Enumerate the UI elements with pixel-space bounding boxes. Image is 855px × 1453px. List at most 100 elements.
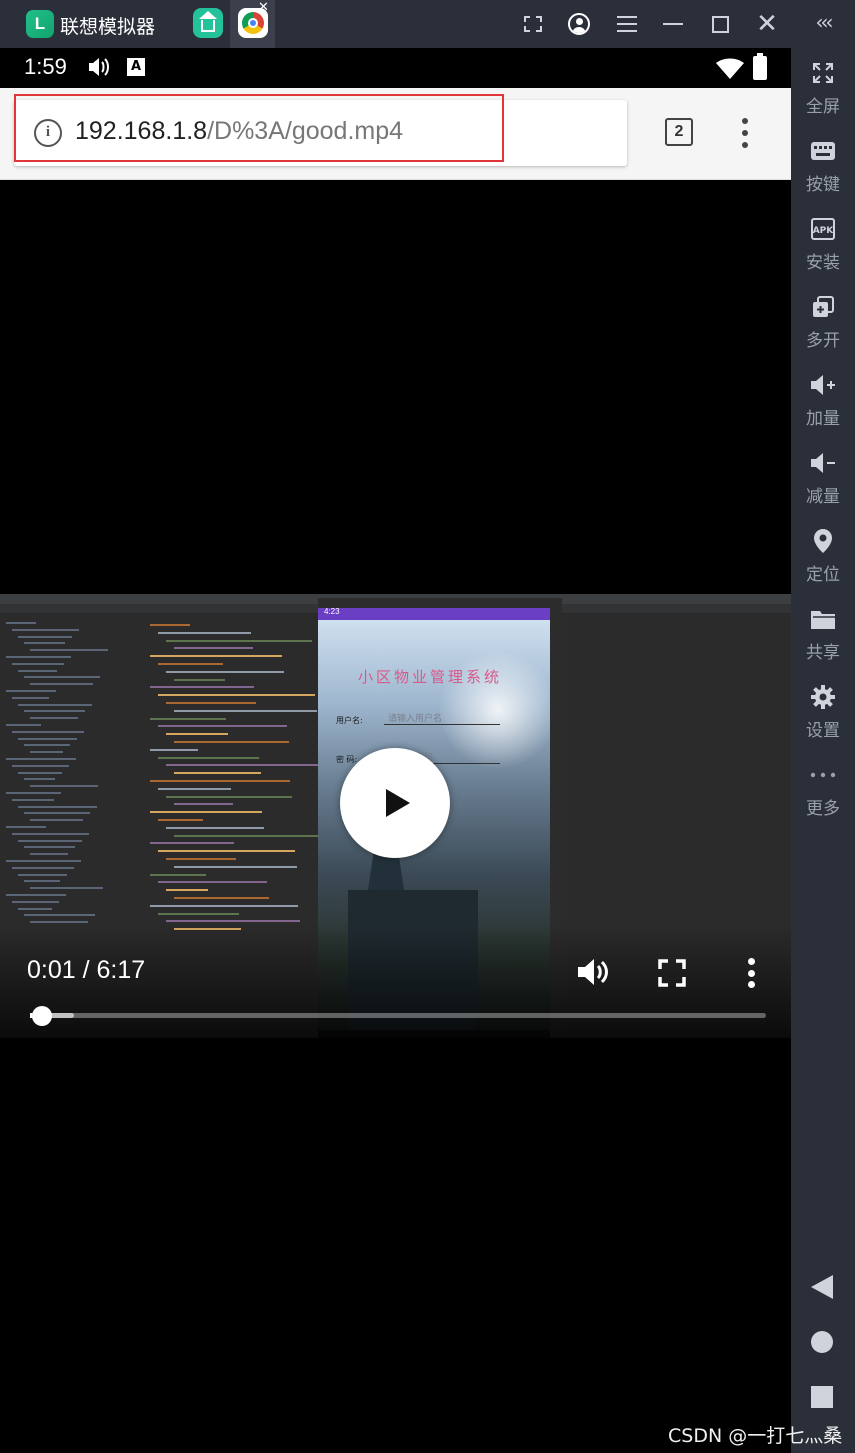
home-icon [199, 11, 217, 32]
video-frame-code-line [174, 678, 225, 681]
video-frame-tree-line [18, 873, 67, 876]
current-time: 0:01 [27, 956, 76, 984]
sidebar-item-install[interactable]: APK 安装 [791, 212, 855, 282]
account-button[interactable] [567, 12, 591, 36]
sidebar-item-settings[interactable]: 设置 [791, 680, 855, 750]
sidebar-item-location[interactable]: 定位 [791, 524, 855, 594]
sidebar-item-more[interactable]: 更多 [791, 758, 855, 828]
video-frame-code-line [158, 756, 259, 759]
video-frame-tree-line [24, 880, 60, 883]
video-frame-tree-line [30, 853, 68, 856]
android-status-bar: 1:59 A [0, 48, 791, 88]
gear-icon [791, 680, 855, 714]
menu-button[interactable] [615, 12, 639, 36]
apk-icon: APK [791, 212, 855, 246]
android-home-button[interactable] [811, 1331, 833, 1353]
video-frame-tree-line [6, 622, 36, 624]
time-separator: / [75, 956, 97, 984]
video-frame-code-line [166, 889, 208, 892]
sidebar-item-label: 减量 [806, 487, 840, 507]
svg-text:APK: APK [813, 226, 835, 236]
video-frame-tree-line [18, 805, 97, 808]
multi-instance-icon [791, 290, 855, 324]
video-frame-tree-line [24, 642, 65, 645]
play-icon [386, 789, 410, 817]
video-frame-tree-line [18, 635, 72, 638]
fullscreen-icon [791, 56, 855, 90]
video-frame-tree-line [6, 894, 66, 896]
fullscreen-button[interactable] [657, 958, 687, 988]
home-tab-button[interactable] [193, 8, 223, 38]
video-frame-project-tree [0, 614, 130, 944]
android-recents-button[interactable] [811, 1386, 833, 1408]
browser-menu-button[interactable] [737, 118, 753, 148]
sidebar-item-label: 多开 [806, 331, 840, 351]
video-frame-tree-line [30, 921, 88, 924]
video-frame-code-line [150, 780, 290, 782]
volume-icon [89, 58, 109, 76]
progress-bar[interactable] [30, 1006, 766, 1026]
video-more-button[interactable] [745, 958, 757, 988]
video-frame-code-line [166, 670, 284, 673]
collapse-sidebar-button[interactable]: ‹‹‹ [791, 10, 855, 34]
emulator-sidebar: ‹‹‹ 全屏 按键 APK 安装 多开 加量 减量 定位 共享 设置 更多 [791, 0, 855, 1453]
video-frame-code-line [166, 795, 292, 798]
time-display: 0:01 / 6:17 [27, 956, 145, 985]
video-frame-tree-line [18, 907, 52, 910]
video-frame-tree-line [12, 900, 59, 903]
sidebar-item-multi-instance[interactable]: 多开 [791, 290, 855, 360]
video-frame-tree-line [6, 758, 76, 760]
maximize-button[interactable] [708, 12, 732, 36]
video-player[interactable]: 4:23 小区物业管理系统 用户名: 请输入用户名 密 码: 请输入密码 0:0… [0, 594, 791, 1038]
close-window-button[interactable]: ✕ [755, 11, 779, 37]
video-frame-code-line [158, 631, 251, 634]
tab-switcher-button[interactable]: 2 [665, 118, 693, 146]
sidebar-item-keyboard[interactable]: 按键 [791, 134, 855, 204]
phone-app-bar: 4:23 [318, 607, 550, 620]
location-pin-icon [791, 524, 855, 558]
mute-button[interactable] [576, 956, 610, 988]
more-dots-icon [791, 758, 855, 792]
screenshot-button[interactable] [521, 12, 545, 36]
volume-down-icon [791, 446, 855, 480]
video-frame-code-line [150, 748, 198, 751]
video-frame-tree-line [18, 839, 82, 842]
emulator-title: 联想模拟器 [60, 16, 156, 38]
video-frame-tree-line [12, 798, 54, 801]
video-frame-code-line [166, 920, 300, 923]
video-frame-code-line [158, 787, 231, 790]
duration: 6:17 [96, 956, 146, 984]
sidebar-item-volume-up[interactable]: 加量 [791, 368, 855, 438]
url-highlight-annotation [14, 94, 504, 162]
battery-icon [753, 53, 767, 80]
video-frame-code-line [166, 733, 228, 736]
sidebar-item-share[interactable]: 共享 [791, 602, 855, 672]
video-frame-code-line [150, 624, 190, 626]
minimize-button[interactable] [661, 12, 685, 36]
play-button[interactable] [340, 748, 450, 858]
sidebar-item-label: 按键 [806, 175, 840, 195]
video-frame-code-line [150, 686, 254, 689]
video-frame-code-line [150, 873, 206, 876]
video-frame-tree-line [12, 866, 74, 869]
sidebar-item-fullscreen[interactable]: 全屏 [791, 56, 855, 126]
video-frame-code-line [174, 897, 269, 899]
video-frame-tree-line [18, 669, 57, 672]
video-frame-tree-line [24, 914, 95, 917]
video-frame-tree-line [12, 696, 49, 699]
close-tab-icon[interactable]: ✕ [258, 1, 269, 14]
sidebar-item-label: 共享 [806, 643, 840, 663]
video-frame-code-line [150, 717, 226, 720]
video-frame-tree-line [12, 628, 79, 631]
video-frame-code-line [158, 912, 239, 915]
sidebar-item-volume-down[interactable]: 减量 [791, 446, 855, 516]
video-frame-tree-line [6, 826, 46, 828]
phone-username-underline [384, 724, 500, 725]
video-frame-ide-right-panel [562, 614, 791, 944]
phone-username-label: 用户名: [336, 716, 363, 725]
android-back-button[interactable] [811, 1275, 833, 1299]
video-frame-tree-line [12, 662, 64, 665]
video-frame-tree-line [6, 690, 56, 692]
video-frame-tree-line [6, 656, 71, 658]
video-frame-tree-line [30, 887, 103, 890]
